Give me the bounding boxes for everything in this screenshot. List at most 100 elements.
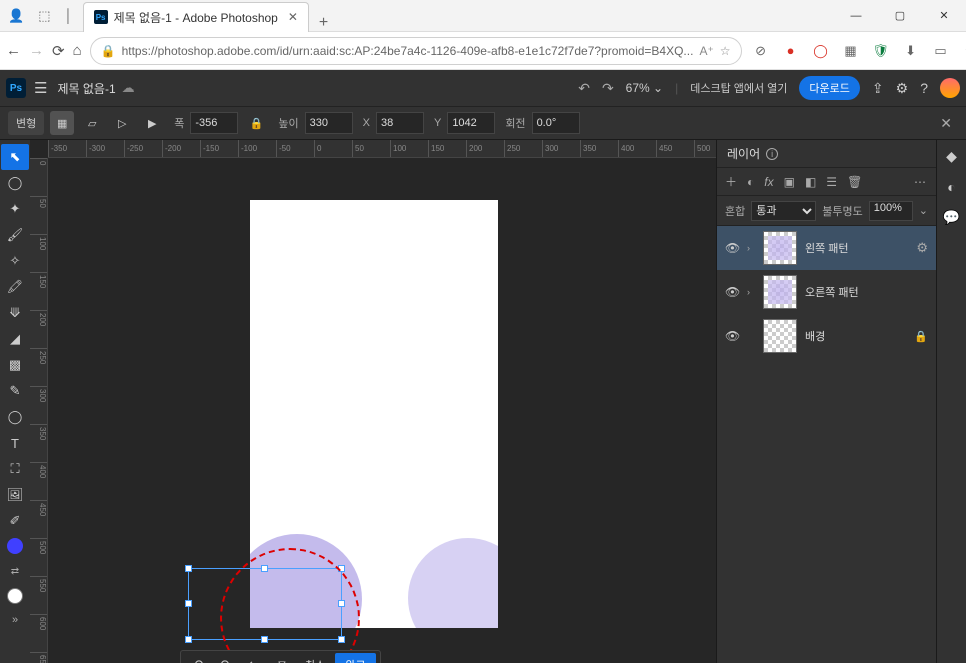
hamburger-menu-button[interactable]: ☰ bbox=[34, 79, 47, 97]
download-button[interactable]: 다운로드 bbox=[799, 76, 859, 100]
transform-flipv-button[interactable]: ⧖ bbox=[269, 653, 295, 663]
transform-handle[interactable] bbox=[185, 600, 192, 607]
ext-book-icon[interactable]: ▭ bbox=[930, 40, 952, 62]
document-title[interactable]: 제목 없음-1 bbox=[57, 80, 115, 97]
layer-visibility-icon[interactable]: 👁 bbox=[725, 285, 739, 299]
perspective-icon[interactable]: ▶ bbox=[140, 111, 164, 135]
lasso-tool[interactable]: ◯ bbox=[1, 170, 29, 196]
transform-handle[interactable] bbox=[338, 636, 345, 643]
height-input[interactable] bbox=[305, 112, 353, 134]
fill-tool[interactable]: ▩ bbox=[1, 352, 29, 378]
ps-logo[interactable]: Ps bbox=[6, 78, 26, 98]
layer-clip-icon[interactable]: ◧ bbox=[805, 175, 816, 189]
eyedrop-tool[interactable]: ✐ bbox=[1, 508, 29, 534]
share-icon[interactable]: ⇪ bbox=[872, 80, 884, 97]
transform-handle[interactable] bbox=[261, 636, 268, 643]
browser-tab[interactable]: Ps 제목 없음-1 - Adobe Photoshop ✕ bbox=[83, 2, 309, 32]
layer-thumbnail[interactable] bbox=[763, 275, 797, 309]
transform-undo-button[interactable]: ↶ bbox=[185, 653, 211, 663]
panel-info-icon[interactable]: i bbox=[766, 148, 778, 160]
place-tool[interactable]: 🖼 bbox=[1, 482, 29, 508]
layers-panel-title[interactable]: 레이어 bbox=[727, 145, 760, 162]
transform-cancel-button[interactable]: 취소 bbox=[297, 657, 333, 663]
brush-tool[interactable]: 🖍 bbox=[1, 274, 29, 300]
options-close-button[interactable]: ✕ bbox=[934, 115, 958, 132]
blend-mode-select[interactable]: 통과 bbox=[751, 201, 816, 221]
y-input[interactable] bbox=[447, 112, 495, 134]
settings-icon[interactable]: ⚙ bbox=[896, 80, 909, 97]
crop-tool[interactable]: ⛶ bbox=[1, 456, 29, 482]
layer-thumbnail[interactable] bbox=[763, 319, 797, 353]
toolbar-expand-button[interactable]: » bbox=[12, 614, 18, 626]
rotation-input[interactable] bbox=[532, 112, 580, 134]
layer-row[interactable]: 👁›왼쪽 패턴⚙ bbox=[717, 226, 936, 270]
window-close-button[interactable]: ✕ bbox=[922, 0, 966, 32]
nav-home-button[interactable]: ⌂ bbox=[73, 36, 82, 66]
opacity-input[interactable]: 100% bbox=[869, 201, 913, 221]
layer-thumbnail[interactable] bbox=[763, 231, 797, 265]
layer-expand-icon[interactable]: › bbox=[747, 287, 755, 297]
pen-tool[interactable]: ✎ bbox=[1, 378, 29, 404]
ext-grid-icon[interactable]: ▦ bbox=[840, 40, 862, 62]
layer-expand-icon[interactable]: › bbox=[747, 243, 755, 253]
transform-redo-button[interactable]: ↷ bbox=[213, 653, 239, 663]
layer-mask-icon[interactable]: ▣ bbox=[784, 175, 795, 189]
user-icon[interactable]: 👤 bbox=[8, 8, 24, 24]
layer-adjustments-icon[interactable]: ⚙ bbox=[916, 240, 928, 256]
skew-icon[interactable]: ▱ bbox=[80, 111, 104, 135]
ext-shield-icon[interactable]: 🛡 bbox=[870, 40, 892, 62]
fg-color-swatch[interactable] bbox=[7, 538, 23, 554]
width-input[interactable] bbox=[190, 112, 238, 134]
bg-color-swatch[interactable] bbox=[7, 588, 23, 604]
properties-panel-icon[interactable]: ◆ bbox=[946, 148, 957, 165]
transform-handle[interactable] bbox=[185, 636, 192, 643]
distort-icon[interactable]: ▷ bbox=[110, 111, 134, 135]
workspace-icon[interactable]: ⬚ bbox=[38, 8, 50, 24]
undo-button[interactable]: ↶ bbox=[578, 80, 590, 97]
layer-visibility-icon[interactable]: 👁 bbox=[725, 329, 739, 343]
adjustments-panel-icon[interactable]: ◐ bbox=[947, 179, 955, 195]
favorite-icon[interactable]: ☆ bbox=[720, 44, 731, 58]
wand-tool[interactable]: ✦ bbox=[1, 196, 29, 222]
ext-adblock-icon[interactable]: ◯ bbox=[810, 40, 832, 62]
layer-row[interactable]: 👁 › 오른쪽 패턴 bbox=[717, 270, 936, 314]
swap-colors-icon[interactable]: ⇄ bbox=[1, 558, 29, 584]
ext-opera-icon[interactable]: ● bbox=[780, 40, 802, 62]
opacity-dropdown-icon[interactable]: ⌄ bbox=[919, 204, 928, 217]
cloud-status-icon[interactable]: ☁ bbox=[122, 80, 135, 96]
transform-handle[interactable] bbox=[185, 565, 192, 572]
transform-done-button[interactable]: 완료 bbox=[335, 653, 375, 663]
ext-download-icon[interactable]: ⬇ bbox=[900, 40, 922, 62]
ext-favstar-icon[interactable]: ☆ bbox=[960, 40, 966, 62]
help-icon[interactable]: ? bbox=[920, 80, 928, 96]
sync-icon[interactable]: ⊘ bbox=[750, 40, 772, 62]
canvas-area[interactable]: -350-300-250-200-150-100-500501001502002… bbox=[30, 140, 716, 663]
url-input[interactable]: 🔒 https://photoshop.adobe.com/id/urn:aai… bbox=[90, 37, 742, 65]
link-wh-icon[interactable]: 🔒 bbox=[244, 111, 268, 135]
layer-name[interactable]: 왼쪽 패턴 bbox=[805, 240, 908, 256]
nav-refresh-button[interactable]: ⟳ bbox=[52, 36, 65, 66]
layer-adjust-icon[interactable]: ◐ bbox=[747, 175, 754, 189]
panel-more-button[interactable]: ⋯ bbox=[914, 175, 928, 189]
x-input[interactable] bbox=[376, 112, 424, 134]
reader-icon[interactable]: A⁺ bbox=[699, 44, 713, 58]
layer-row[interactable]: 👁배경🔒 bbox=[717, 314, 936, 358]
layer-name[interactable]: 배경 bbox=[805, 328, 906, 344]
zoom-level[interactable]: 67% ⌄ bbox=[626, 81, 663, 95]
layer-name[interactable]: 오른쪽 패턴 bbox=[805, 284, 928, 300]
avatar[interactable] bbox=[940, 78, 960, 98]
layer-group-icon[interactable]: ☰ bbox=[826, 175, 837, 189]
redo-button[interactable]: ↷ bbox=[602, 80, 614, 97]
window-maximize-button[interactable]: ▢ bbox=[878, 0, 922, 32]
eraser-tool[interactable]: ◢ bbox=[1, 326, 29, 352]
window-minimize-button[interactable]: — bbox=[834, 0, 878, 32]
new-tab-button[interactable]: + bbox=[309, 14, 338, 32]
canvas[interactable] bbox=[250, 200, 498, 628]
layer-fx-icon[interactable]: fx bbox=[764, 175, 773, 189]
fx-tool[interactable]: ✧ bbox=[1, 248, 29, 274]
align-grid-icon[interactable]: ▦ bbox=[50, 111, 74, 135]
retouch-tool[interactable]: 🖌 bbox=[1, 222, 29, 248]
add-layer-button[interactable]: ＋ bbox=[725, 173, 737, 190]
type-tool[interactable]: T bbox=[1, 430, 29, 456]
nav-back-button[interactable]: ← bbox=[6, 36, 21, 66]
